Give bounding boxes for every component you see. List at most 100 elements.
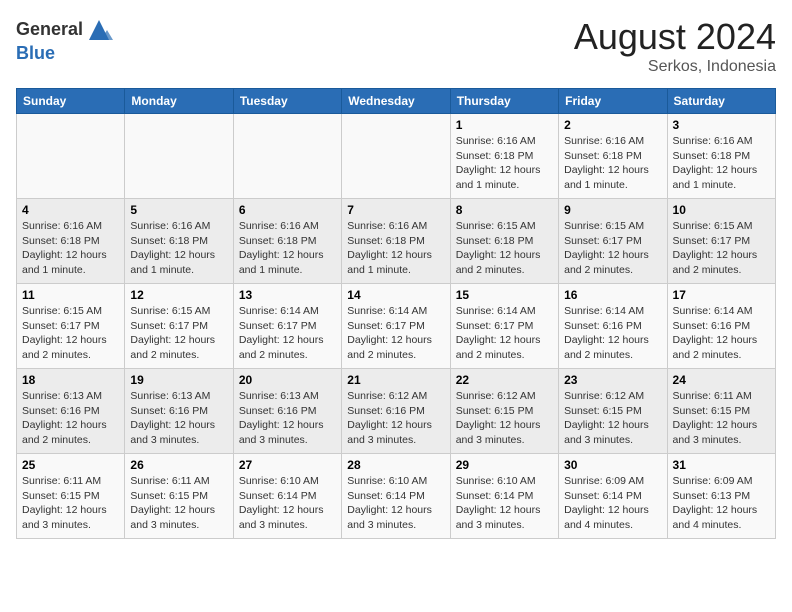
day-cell: 3Sunrise: 6:16 AM Sunset: 6:18 PM Daylig… <box>667 114 775 199</box>
week-row-4: 18 Sunrise: 6:13 AM Sunset: 6:16 PM Dayli… <box>17 369 776 454</box>
day-number: 3 <box>673 118 770 132</box>
day-number: 28 <box>347 458 444 472</box>
day-info: Sunrise: 6:15 AM Sunset: 6:17 PM Dayligh… <box>130 304 227 363</box>
day-info: Sunrise: 6:13 AM Sunset: 6:16 PM Dayligh… <box>22 389 119 448</box>
day-number: 13 <box>239 288 336 302</box>
day-cell: 4 Sunrise: 6:16 AM Sunset: 6:18 PM Daylig… <box>17 199 125 284</box>
day-number: 15 <box>456 288 553 302</box>
day-number: 6 <box>239 203 336 217</box>
day-number: 22 <box>456 373 553 387</box>
day-info: Sunrise: 6:12 AM Sunset: 6:15 PM Dayligh… <box>456 389 553 448</box>
logo-general: General <box>16 19 83 39</box>
day-number: 17 <box>673 288 770 302</box>
day-info: Sunrise: 6:15 AM Sunset: 6:17 PM Dayligh… <box>22 304 119 363</box>
day-info: Sunrise: 6:13 AM Sunset: 6:16 PM Dayligh… <box>130 389 227 448</box>
day-number: 23 <box>564 373 661 387</box>
day-number: 29 <box>456 458 553 472</box>
logo-icon <box>85 16 113 44</box>
week-row-1: 1 Sunrise: 6:16 AM Sunset: 6:18 PM Daylig… <box>17 114 776 199</box>
day-info: Sunrise: 6:16 AM Sunset: 6:18 PM Dayligh… <box>22 219 119 278</box>
day-cell: 14 Sunrise: 6:14 AM Sunset: 6:17 PM Dayli… <box>342 284 450 369</box>
header-cell-tuesday: Tuesday <box>233 89 341 114</box>
day-info: Sunrise: 6:14 AM Sunset: 6:17 PM Dayligh… <box>239 304 336 363</box>
header-cell-friday: Friday <box>559 89 667 114</box>
day-number: 31 <box>673 458 770 472</box>
day-info: Sunrise: 6:14 AM Sunset: 6:17 PM Dayligh… <box>347 304 444 363</box>
day-cell: 12Sunrise: 6:15 AM Sunset: 6:17 PM Dayli… <box>125 284 233 369</box>
day-number: 20 <box>239 373 336 387</box>
day-cell: 25 Sunrise: 6:11 AM Sunset: 6:15 PM Dayli… <box>17 454 125 539</box>
day-number: 10 <box>673 203 770 217</box>
header-cell-saturday: Saturday <box>667 89 775 114</box>
day-info: Sunrise: 6:10 AM Sunset: 6:14 PM Dayligh… <box>239 474 336 533</box>
day-cell: 8 Sunrise: 6:15 AM Sunset: 6:18 PM Daylig… <box>450 199 558 284</box>
day-cell: 9Sunrise: 6:15 AM Sunset: 6:17 PM Daylig… <box>559 199 667 284</box>
day-number: 5 <box>130 203 227 217</box>
header-cell-thursday: Thursday <box>450 89 558 114</box>
day-number: 4 <box>22 203 119 217</box>
logo-blue: Blue <box>16 43 55 63</box>
day-info: Sunrise: 6:14 AM Sunset: 6:16 PM Dayligh… <box>564 304 661 363</box>
day-number: 8 <box>456 203 553 217</box>
day-number: 25 <box>22 458 119 472</box>
day-info: Sunrise: 6:16 AM Sunset: 6:18 PM Dayligh… <box>347 219 444 278</box>
day-number: 7 <box>347 203 444 217</box>
logo-text: General Blue <box>16 16 113 64</box>
day-cell: 19 Sunrise: 6:13 AM Sunset: 6:16 PM Dayli… <box>125 369 233 454</box>
day-info: Sunrise: 6:10 AM Sunset: 6:14 PM Dayligh… <box>347 474 444 533</box>
day-number: 11 <box>22 288 119 302</box>
day-info: Sunrise: 6:11 AM Sunset: 6:15 PM Dayligh… <box>22 474 119 533</box>
day-cell: 7 Sunrise: 6:16 AM Sunset: 6:18 PM Daylig… <box>342 199 450 284</box>
header-row: SundayMondayTuesdayWednesdayThursdayFrid… <box>17 89 776 114</box>
day-cell: 11 Sunrise: 6:15 AM Sunset: 6:17 PM Dayli… <box>17 284 125 369</box>
day-cell: 15Sunrise: 6:14 AM Sunset: 6:17 PM Dayli… <box>450 284 558 369</box>
day-cell: 30 Sunrise: 6:09 AM Sunset: 6:14 PM Dayli… <box>559 454 667 539</box>
day-cell: 20Sunrise: 6:13 AM Sunset: 6:16 PM Dayli… <box>233 369 341 454</box>
day-number: 2 <box>564 118 661 132</box>
calendar-body: 1 Sunrise: 6:16 AM Sunset: 6:18 PM Daylig… <box>17 114 776 539</box>
day-cell: 10Sunrise: 6:15 AM Sunset: 6:17 PM Dayli… <box>667 199 775 284</box>
day-number: 18 <box>22 373 119 387</box>
page-header: General Blue August 2024 Serkos, Indones… <box>16 16 776 76</box>
logo: General Blue <box>16 16 113 64</box>
calendar-table: SundayMondayTuesdayWednesdayThursdayFrid… <box>16 88 776 539</box>
day-cell <box>125 114 233 199</box>
day-cell: 22 Sunrise: 6:12 AM Sunset: 6:15 PM Dayli… <box>450 369 558 454</box>
day-cell: 1 Sunrise: 6:16 AM Sunset: 6:18 PM Daylig… <box>450 114 558 199</box>
header-cell-wednesday: Wednesday <box>342 89 450 114</box>
day-number: 26 <box>130 458 227 472</box>
day-info: Sunrise: 6:15 AM Sunset: 6:18 PM Dayligh… <box>456 219 553 278</box>
day-number: 16 <box>564 288 661 302</box>
day-number: 24 <box>673 373 770 387</box>
day-number: 19 <box>130 373 227 387</box>
day-info: Sunrise: 6:11 AM Sunset: 6:15 PM Dayligh… <box>130 474 227 533</box>
day-cell: 26 Sunrise: 6:11 AM Sunset: 6:15 PM Dayli… <box>125 454 233 539</box>
day-cell: 13 Sunrise: 6:14 AM Sunset: 6:17 PM Dayli… <box>233 284 341 369</box>
day-cell: 17 Sunrise: 6:14 AM Sunset: 6:16 PM Dayli… <box>667 284 775 369</box>
day-cell: 16 Sunrise: 6:14 AM Sunset: 6:16 PM Dayli… <box>559 284 667 369</box>
day-info: Sunrise: 6:09 AM Sunset: 6:14 PM Dayligh… <box>564 474 661 533</box>
header-cell-sunday: Sunday <box>17 89 125 114</box>
calendar-header: SundayMondayTuesdayWednesdayThursdayFrid… <box>17 89 776 114</box>
day-info: Sunrise: 6:12 AM Sunset: 6:15 PM Dayligh… <box>564 389 661 448</box>
title-block: August 2024 Serkos, Indonesia <box>574 16 776 76</box>
day-info: Sunrise: 6:15 AM Sunset: 6:17 PM Dayligh… <box>564 219 661 278</box>
day-info: Sunrise: 6:14 AM Sunset: 6:16 PM Dayligh… <box>673 304 770 363</box>
day-cell: 2Sunrise: 6:16 AM Sunset: 6:18 PM Daylig… <box>559 114 667 199</box>
month-title: August 2024 <box>574 16 776 58</box>
day-info: Sunrise: 6:16 AM Sunset: 6:18 PM Dayligh… <box>456 134 553 193</box>
day-info: Sunrise: 6:12 AM Sunset: 6:16 PM Dayligh… <box>347 389 444 448</box>
location: Serkos, Indonesia <box>574 58 776 76</box>
day-info: Sunrise: 6:16 AM Sunset: 6:18 PM Dayligh… <box>239 219 336 278</box>
day-info: Sunrise: 6:10 AM Sunset: 6:14 PM Dayligh… <box>456 474 553 533</box>
day-info: Sunrise: 6:09 AM Sunset: 6:13 PM Dayligh… <box>673 474 770 533</box>
day-cell <box>233 114 341 199</box>
day-cell: 28 Sunrise: 6:10 AM Sunset: 6:14 PM Dayli… <box>342 454 450 539</box>
day-cell: 6 Sunrise: 6:16 AM Sunset: 6:18 PM Daylig… <box>233 199 341 284</box>
day-cell: 18 Sunrise: 6:13 AM Sunset: 6:16 PM Dayli… <box>17 369 125 454</box>
week-row-2: 4 Sunrise: 6:16 AM Sunset: 6:18 PM Daylig… <box>17 199 776 284</box>
day-number: 14 <box>347 288 444 302</box>
day-number: 30 <box>564 458 661 472</box>
day-number: 1 <box>456 118 553 132</box>
day-cell: 5Sunrise: 6:16 AM Sunset: 6:18 PM Daylig… <box>125 199 233 284</box>
